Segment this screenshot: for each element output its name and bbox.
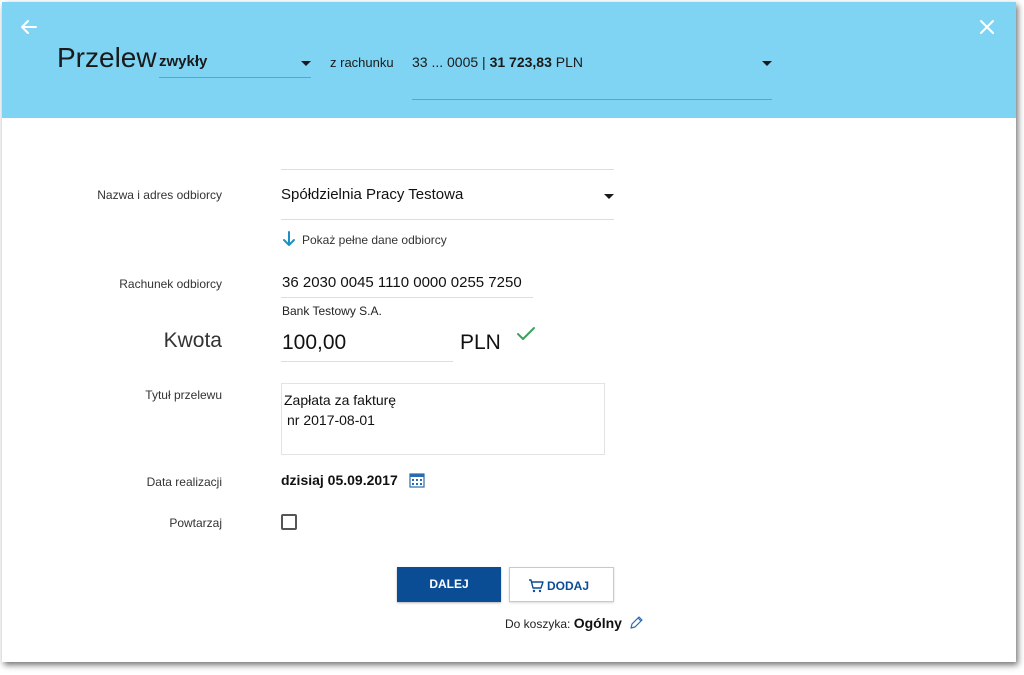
header: Przelew zwykły z rachunku 33 ... 0005 | … xyxy=(2,2,1016,118)
transfer-window: Przelew zwykły z rachunku 33 ... 0005 | … xyxy=(2,2,1016,662)
add-to-basket-button[interactable]: DODAJ xyxy=(509,567,614,602)
account-balance: 31 723,83 xyxy=(489,54,552,70)
basket-label: Do koszyka: xyxy=(505,617,571,631)
recipient-account-value: 36 2030 0045 1110 0000 0255 7250 xyxy=(282,274,522,291)
calendar-icon[interactable] xyxy=(409,472,425,493)
amount-input[interactable]: 100,00 xyxy=(281,324,453,362)
add-button-label: DODAJ xyxy=(547,579,590,593)
account-number: 33 ... 0005 | xyxy=(412,54,486,70)
transfer-title-label: Tytuł przelewu xyxy=(145,388,222,402)
show-full-recipient-text: Pokaż pełne dane odbiorcy xyxy=(302,233,447,247)
execution-date-value: dzisiaj 05.09.2017 xyxy=(281,472,398,488)
amount-label: Kwota xyxy=(163,329,222,352)
basket-value: Ogólny xyxy=(573,615,622,631)
cart-icon xyxy=(529,579,544,593)
transfer-title-line2: nr 2017-08-01 xyxy=(287,412,375,428)
execution-date-label: Data realizacji xyxy=(146,475,222,489)
recipient-account-input[interactable]: 36 2030 0045 1110 0000 0255 7250 xyxy=(281,268,533,298)
amount-currency: PLN xyxy=(460,331,501,354)
recipient-label: Nazwa i adres odbiorcy xyxy=(97,188,222,202)
arrow-left-icon[interactable] xyxy=(18,16,40,38)
recipient-select[interactable]: Spółdzielnia Pracy Testowa xyxy=(281,170,614,220)
bank-name: Bank Testowy S.A. xyxy=(282,304,382,318)
repeat-label: Powtarzaj xyxy=(169,516,222,530)
transfer-title-line1: Zapłata za fakturę xyxy=(284,392,397,408)
next-button[interactable]: DALEJ xyxy=(397,567,501,602)
transfer-title-textarea[interactable]: Zapłata za fakturę nr 2017-08-01 xyxy=(281,383,605,455)
transfer-type-value: zwykły xyxy=(159,53,208,70)
from-account-label: z rachunku xyxy=(330,55,394,70)
repeat-checkbox[interactable] xyxy=(281,514,297,530)
account-currency: PLN xyxy=(555,54,584,70)
page-title: Przelew xyxy=(57,42,157,73)
transfer-type-select[interactable]: zwykły xyxy=(159,48,311,78)
arrow-down-icon xyxy=(283,231,295,246)
recipient-value: Spółdzielnia Pracy Testowa xyxy=(281,186,464,203)
pencil-icon[interactable] xyxy=(628,615,644,636)
chevron-down-icon xyxy=(762,61,772,66)
checkmark-icon xyxy=(516,326,536,347)
close-icon[interactable] xyxy=(976,16,998,38)
source-account-value: 33 ... 0005 | 31 723,83 PLN xyxy=(412,54,583,70)
source-account-select[interactable]: 33 ... 0005 | 31 723,83 PLN xyxy=(412,48,772,100)
chevron-down-icon xyxy=(301,61,311,66)
amount-value: 100,00 xyxy=(282,331,347,354)
chevron-down-icon xyxy=(604,194,614,199)
recipient-account-label: Rachunek odbiorcy xyxy=(119,277,222,291)
basket-info: Do koszyka: Ogólny xyxy=(505,615,622,631)
